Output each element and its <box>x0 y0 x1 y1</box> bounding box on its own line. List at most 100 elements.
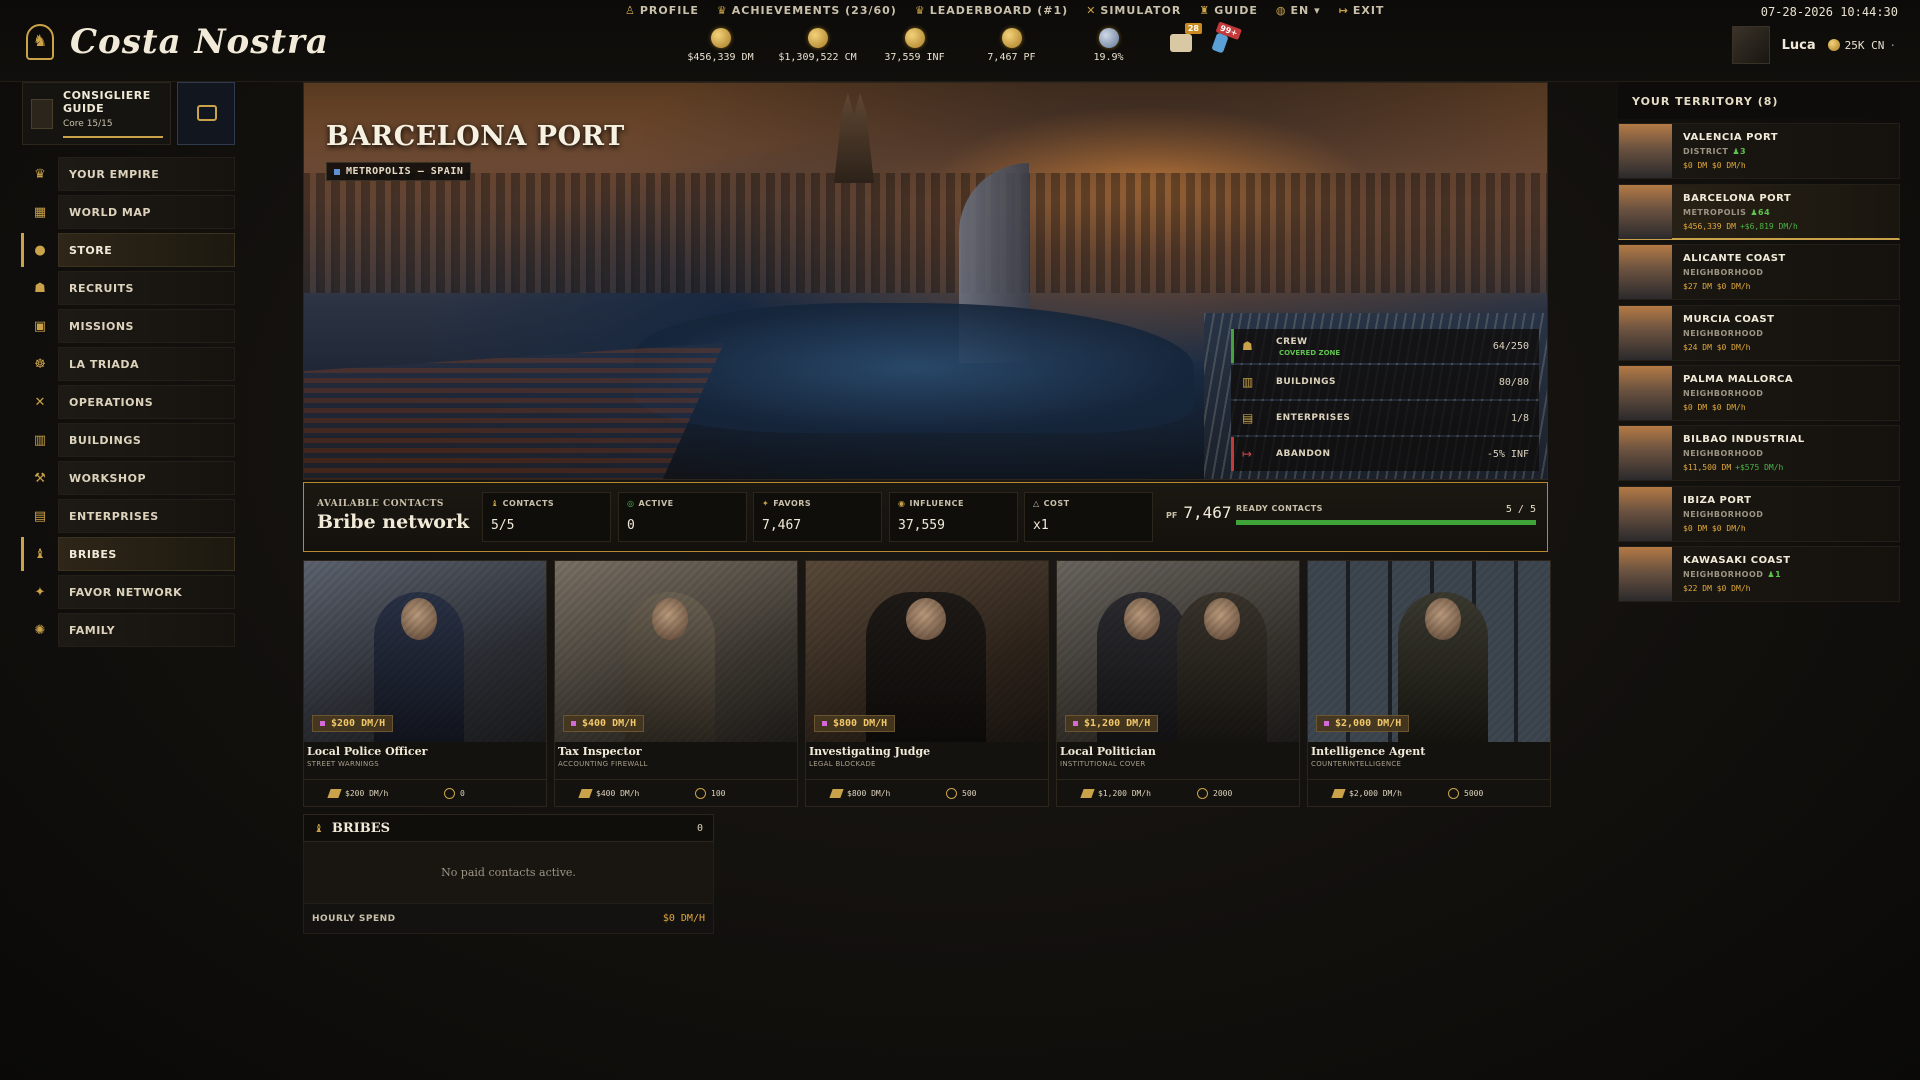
money-icon <box>327 789 342 798</box>
topnav-exit[interactable]: ↦ EXIT <box>1339 4 1385 17</box>
clock: 07-28-2026 10:44:30 <box>1760 5 1898 19</box>
chat-button[interactable] <box>177 82 235 145</box>
missions-icon: ▣ <box>33 318 47 334</box>
messages-button[interactable]: 28 <box>1170 23 1202 52</box>
stat-enterprises[interactable]: ▤ ENTERPRISES 1/8 <box>1231 401 1539 435</box>
territory-item-bilbao-industrial[interactable]: BILBAO INDUSTRIAL NEIGHBORHOOD $11,500 DM +… <box>1618 425 1900 482</box>
topnav-profile[interactable]: ♙ PROFILE <box>625 4 699 17</box>
contact-card-local-politician[interactable]: $1,200 DM/H Local Politician INSTITUTION… <box>1056 560 1300 807</box>
phone-button[interactable]: 99+ <box>1211 21 1242 54</box>
contact-name: Tax Inspector <box>558 745 642 758</box>
territory-item-palma-mallorca[interactable]: PALMA MALLORCA NEIGHBORHOOD $0 DM $0 DM/h <box>1618 364 1900 421</box>
topnav-language[interactable]: ◍ EN ▾ <box>1276 4 1321 17</box>
coin-icon: ● <box>34 242 46 258</box>
sidebar-item-store[interactable]: ● STORE <box>21 233 235 267</box>
enterprise-icon: ▤ <box>1242 411 1254 425</box>
resource-favors[interactable]: 7,467 PF <box>963 28 1060 63</box>
consigliere-icon <box>31 99 53 129</box>
guide-progress-bar <box>63 136 163 138</box>
crew-icon: ♟1 <box>1767 570 1782 580</box>
bribes-panel: ♝ BRIBES 0 No paid contacts active. HOUR… <box>303 814 714 939</box>
sidebar-item-workshop[interactable]: ⚒ WORKSHOP <box>22 461 235 495</box>
bribes-header: ♝ BRIBES 0 <box>303 814 714 842</box>
stat-buildings[interactable]: ▥ BUILDINGS 80/80 <box>1231 365 1539 399</box>
contact-card-tax-inspector[interactable]: $400 DM/H Tax Inspector ACCOUNTING FIREW… <box>554 560 798 807</box>
topnav-achievements[interactable]: ♛ ACHIEVEMENTS (23/60) <box>717 4 897 17</box>
magnifier-icon <box>1098 28 1119 48</box>
summary-active: ◎ ACTIVE 0 <box>618 492 747 542</box>
territory-item-murcia-coast[interactable]: MURCIA COAST NEIGHBORHOOD $24 DM $0 DM/h <box>1618 304 1900 361</box>
price-tag: $1,200 DM/H <box>1065 715 1159 732</box>
sidebar-item-recruits[interactable]: ☗ RECRUITS <box>22 271 235 305</box>
resource-dirty-money[interactable]: $456,339 DM <box>672 28 769 63</box>
territory-title: YOUR TERRITORY (8) <box>1618 82 1900 119</box>
territory-thumbnail <box>1619 486 1672 541</box>
harbor-water-art <box>634 303 1194 433</box>
sidebar-item-bribes[interactable]: ♝ BRIBES <box>21 537 235 571</box>
resource-clean-money[interactable]: $1,309,522 CM <box>769 28 866 63</box>
territory-item-kawasaki-coast[interactable]: KAWASAKI COAST NEIGHBORHOOD ♟1 $22 DM $0 DM… <box>1618 546 1900 603</box>
sidebar-item-your-empire[interactable]: ♛ YOUR EMPIRE <box>22 157 235 191</box>
contacts-icon: ♝ <box>491 499 499 508</box>
influence-icon: ◉ <box>898 499 906 508</box>
influence-icon <box>946 788 957 799</box>
sidebar-item-operations[interactable]: ✕ OPERATIONS <box>22 385 235 419</box>
logo-crest-icon: ♞ <box>26 24 54 60</box>
triad-icon: ☸ <box>34 356 46 372</box>
chevron-down-icon: ▾ <box>1314 4 1321 17</box>
topnav-simulator[interactable]: ✕ SIMULATOR <box>1086 4 1181 17</box>
money-icon <box>1080 789 1095 798</box>
sidebar-item-enterprises[interactable]: ▤ ENTERPRISES <box>22 499 235 533</box>
territory-thumbnail <box>1619 184 1672 239</box>
contact-costs: $200 DM/h 0 <box>304 779 546 807</box>
territory-item-ibiza-port[interactable]: IBIZA PORT NEIGHBORHOOD $0 DM $0 DM/h <box>1618 485 1900 542</box>
contact-card-police-officer[interactable]: $200 DM/H Local Police Officer STREET WA… <box>303 560 547 807</box>
dirty-money-icon <box>710 28 731 48</box>
summary-influence: ◉ INFLUENCE 37,559 <box>889 492 1018 542</box>
stat-crew[interactable]: ☗ CREW COVERED ZONE 64/250 <box>1231 329 1539 363</box>
consigliere-guide[interactable]: CONSIGLIERE GUIDE Core 15/15 <box>22 82 171 145</box>
sidebar-item-world-map[interactable]: ▦ WORLD MAP <box>22 195 235 229</box>
sidebar-item-family[interactable]: ✺ FAMILY <box>22 613 235 647</box>
territory-item-alicante-coast[interactable]: ALICANTE COAST NEIGHBORHOOD $27 DM $0 DM/h <box>1618 244 1900 301</box>
logo[interactable]: ♞ Costa Nostra <box>26 22 329 62</box>
person-icon: ♙ <box>625 4 636 17</box>
ready-progress-track <box>1236 520 1536 525</box>
territory-thumbnail <box>1619 365 1672 420</box>
influence-icon <box>695 788 706 799</box>
clean-money-icon <box>807 28 828 48</box>
sidebar-item-buildings[interactable]: ▥ BUILDINGS <box>22 423 235 457</box>
contact-name: Local Police Officer <box>307 745 428 758</box>
guide-progress: Core 15/15 <box>63 119 113 129</box>
contact-role: STREET WARNINGS <box>307 760 380 768</box>
city-stats: ☗ CREW COVERED ZONE 64/250 ▥ BUILDINGS 8… <box>1231 329 1539 473</box>
city-title: BARCELONA PORT <box>326 121 625 152</box>
contact-name: Local Politician <box>1060 745 1156 758</box>
abandon-button[interactable]: ↦ ABANDON -5% INF <box>1231 437 1539 471</box>
cathedral-art <box>834 93 874 183</box>
contact-card-investigating-judge[interactable]: $800 DM/H Investigating Judge LEGAL BLOC… <box>805 560 1049 807</box>
contact-card-intelligence-agent[interactable]: $2,000 DM/H Intelligence Agent COUNTERIN… <box>1307 560 1551 807</box>
topnav-guide[interactable]: ♜ GUIDE <box>1199 4 1258 17</box>
contact-costs: $1,200 DM/h 2000 <box>1057 779 1299 807</box>
sidebar-item-la-triada[interactable]: ☸ LA TRIADA <box>22 347 235 381</box>
sidebar-item-favor-network[interactable]: ✦ FAVOR NETWORK <box>22 575 235 609</box>
active-icon: ◎ <box>627 499 635 508</box>
topnav-leaderboard[interactable]: ♛ LEADERBOARD (#1) <box>915 4 1068 17</box>
resource-heat[interactable]: 19.9% <box>1060 28 1157 63</box>
contact-costs: $800 DM/h 500 <box>806 779 1048 807</box>
favor-icon: ✦ <box>34 584 46 600</box>
warning-icon: △ <box>1033 499 1040 508</box>
sidebar-item-missions[interactable]: ▣ MISSIONS <box>22 309 235 343</box>
app-title: Costa Nostra <box>70 22 329 62</box>
territory-item-valencia-port[interactable]: VALENCIA PORT DISTRICT ♟3 $0 DM $0 DM/h <box>1618 123 1900 180</box>
bribe-icon: ♝ <box>34 546 46 562</box>
crown-icon: ♛ <box>34 166 46 182</box>
territory-item-barcelona-port[interactable]: BARCELONA PORT METROPOLIS ♟64 $456,339 DM +$… <box>1618 183 1900 240</box>
resource-influence[interactable]: 37,559 INF <box>866 28 963 63</box>
user-menu[interactable]: Luca 25K CN · <box>1731 26 1896 64</box>
influence-icon <box>1448 788 1459 799</box>
building-icon: ▥ <box>33 432 47 448</box>
ready-contacts: READY CONTACTS 5 / 5 <box>1236 504 1536 525</box>
contact-role: INSTITUTIONAL COVER <box>1060 760 1146 768</box>
